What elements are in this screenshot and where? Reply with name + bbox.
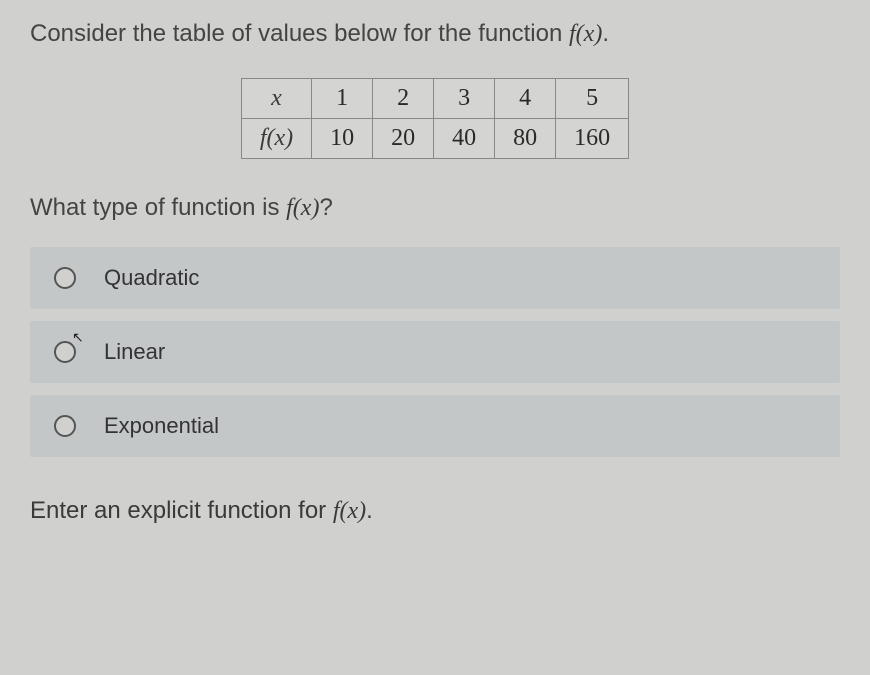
fx-cell: 20: [373, 119, 434, 159]
intro-suffix: .: [602, 20, 609, 47]
table-row: f(x) 10 20 40 80 160: [241, 119, 628, 159]
fx-cell: 40: [434, 119, 495, 159]
x-cell: 4: [495, 79, 556, 119]
x-cell: 2: [373, 79, 434, 119]
question-intro: Consider the table of values below for t…: [30, 20, 840, 48]
fx-cell: 160: [556, 119, 629, 159]
enter-prompt-function: f(x): [333, 498, 366, 524]
subquestion-text: What type of function is: [30, 194, 286, 221]
enter-prompt-suffix: .: [366, 497, 373, 524]
table-header-fx: f(x): [241, 119, 311, 159]
cursor-icon: ↖: [72, 329, 84, 346]
fx-label: f(x): [260, 125, 293, 151]
enter-prompt-text: Enter an explicit function for: [30, 497, 333, 524]
x-cell: 1: [312, 79, 373, 119]
fx-cell: 10: [312, 119, 373, 159]
option-exponential[interactable]: Exponential: [30, 395, 840, 457]
option-label: Quadratic: [104, 265, 199, 291]
value-table: x 1 2 3 4 5 f(x) 10 20 40 80 160: [241, 78, 629, 159]
table-row: x 1 2 3 4 5: [241, 79, 628, 119]
intro-function: f(x): [569, 21, 602, 47]
x-cell: 5: [556, 79, 629, 119]
enter-prompt: Enter an explicit function for f(x).: [30, 497, 840, 525]
fx-cell: 80: [495, 119, 556, 159]
sub-question: What type of function is f(x)?: [30, 194, 840, 222]
value-table-wrap: x 1 2 3 4 5 f(x) 10 20 40 80 160: [30, 78, 840, 159]
option-label: Linear: [104, 339, 165, 365]
radio-icon[interactable]: [54, 267, 76, 289]
option-quadratic[interactable]: Quadratic: [30, 247, 840, 309]
x-label: x: [271, 85, 282, 111]
option-linear[interactable]: ↖ Linear: [30, 321, 840, 383]
options-group: Quadratic ↖ Linear Exponential: [30, 247, 840, 457]
x-cell: 3: [434, 79, 495, 119]
radio-icon[interactable]: [54, 415, 76, 437]
table-header-x: x: [241, 79, 311, 119]
subquestion-suffix: ?: [319, 194, 332, 221]
subquestion-function: f(x): [286, 195, 319, 221]
intro-text: Consider the table of values below for t…: [30, 20, 569, 47]
option-label: Exponential: [104, 413, 219, 439]
radio-icon[interactable]: [54, 341, 76, 363]
